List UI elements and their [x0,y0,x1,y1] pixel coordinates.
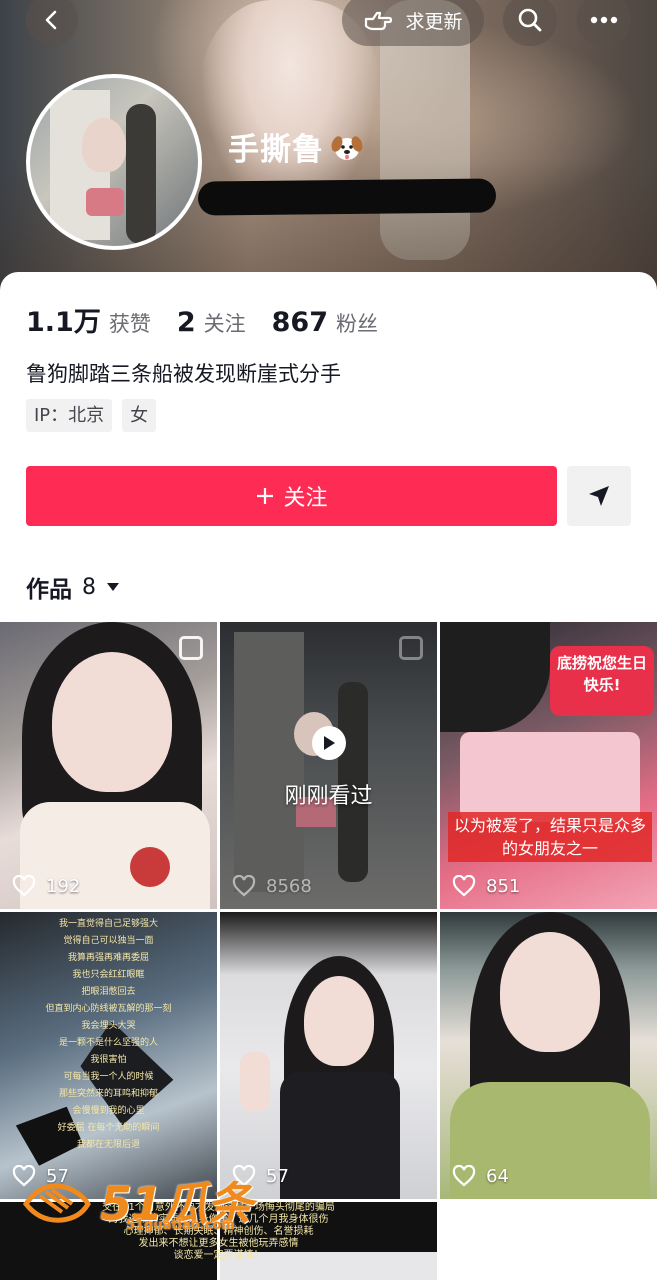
request-update-button[interactable]: 求更新 [342,0,484,46]
heart-icon [452,875,476,897]
video-tile[interactable]: 64 [440,912,657,1199]
tag-ip-location: IP：北京 [26,399,113,432]
watermark-url: 51guatiao.com [126,1218,235,1233]
message-button[interactable] [567,466,631,526]
like-count: 8568 [232,875,312,897]
like-count: 192 [12,875,80,897]
multi-image-icon [179,636,203,660]
works-label: 作品 [26,577,72,603]
heart-icon [12,875,36,897]
request-update-label: 求更新 [405,10,463,33]
follow-button[interactable]: 关注 [26,466,557,526]
heart-icon [232,875,256,897]
video-tile[interactable]: 192 [0,622,217,909]
works-count: 8 [82,574,96,600]
works-tab[interactable]: 作品 8 [26,570,120,604]
caret-down-icon [107,583,119,591]
multi-image-icon [399,636,423,660]
follow-label: 关注 [283,486,328,511]
site-watermark: 51瓜条 51guatiao.com [22,1168,253,1234]
like-count: 851 [452,875,520,897]
birthday-banner: 底捞祝您生日快乐! [550,646,654,716]
nickname-text: 手撕鲁 [228,132,324,168]
pointing-hand-icon [365,11,393,31]
dog-emoji-icon [331,135,363,160]
video-tile[interactable]: 我一直觉得自己足够强大 觉得自己可以独当一面 我算再强再难再委屈 我也只会红红眼… [0,912,217,1199]
heart-icon [452,1165,476,1187]
stat-likes[interactable]: 1.1万 获赞 [26,300,151,339]
fish-logo-icon [22,1183,91,1223]
bio-text: 鲁狗脚踏三条船被发现断崖式分手 [26,362,341,386]
play-icon [312,726,346,760]
recently-viewed-label: 刚刚看过 [284,784,373,809]
video-tile[interactable]: 57 [220,912,437,1199]
like-count: 64 [452,1165,509,1187]
stat-followers[interactable]: 867 粉丝 [272,307,378,338]
stat-following[interactable]: 2 关注 [177,307,246,338]
search-icon [518,8,542,32]
video-tile[interactable]: 底捞祝您生日快乐! 以为被爱了，结果只是众多的女朋友之一 851 [440,622,657,909]
text-overlay: 我一直觉得自己足够强大 觉得自己可以独当一面 我算再强再难再委屈 我也只会红红眼… [45,919,172,1150]
redaction-bar [197,178,497,216]
more-icon [590,16,618,24]
video-tile[interactable]: 刚刚看过 8568 [220,622,437,909]
send-icon [589,486,609,506]
nickname: 手撕鲁 [228,124,364,169]
avatar[interactable] [26,74,202,250]
stats-row: 1.1万 获赞 2 关注 867 粉丝 [26,300,404,339]
profile-tags: IP：北京 女 [26,399,157,432]
video-caption: 以为被爱了，结果只是众多的女朋友之一 [448,812,652,862]
chevron-left-icon [45,10,57,30]
tag-gender: 女 [122,399,157,432]
plus-icon [257,488,274,504]
